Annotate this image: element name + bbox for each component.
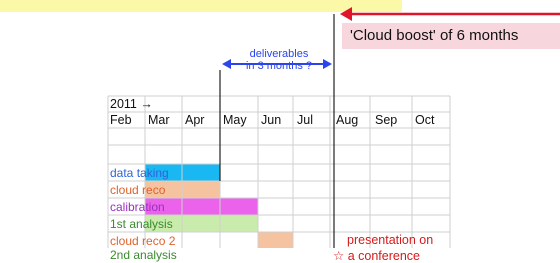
cloud-boost-label: 'Cloud boost' of 6 months [342, 23, 560, 49]
row-label-data-taking: data taking [110, 166, 169, 180]
month-mar: Mar [148, 113, 170, 127]
year-label: 2011 → [110, 97, 153, 111]
month-apr: Apr [185, 113, 205, 127]
month-jul: Jul [297, 113, 313, 127]
presentation-note-text: a conference [347, 249, 420, 263]
row-label-2nd-analysis: 2nd analysis [110, 248, 177, 262]
row-label-1st-analysis: 1st analysis [110, 217, 173, 231]
month-jun: Jun [261, 113, 282, 127]
month-sep: Sep [375, 113, 398, 127]
month-may: May [223, 113, 247, 127]
row-label-cloud-reco: cloud reco [110, 183, 166, 197]
deliverables-line-1: deliverables [249, 48, 309, 60]
month-feb: Feb [110, 113, 132, 127]
row-label-calibration: calibration [110, 200, 165, 214]
boost-arrow [340, 7, 560, 21]
row-label-cloud-reco-2: cloud reco 2 [110, 234, 176, 248]
presentation-note-line-1: presentation on [347, 233, 434, 247]
deliverables-label: deliverables in 3 months ? [224, 48, 334, 72]
star-icon: ☆ [333, 249, 345, 263]
deliverables-line-2: in 3 months ? [245, 60, 313, 72]
bar-cloud-reco-2 [258, 232, 293, 248]
presentation-note-line-2: ☆ a conference [333, 248, 420, 263]
month-aug: Aug [336, 113, 359, 127]
month-oct: Oct [415, 113, 435, 127]
